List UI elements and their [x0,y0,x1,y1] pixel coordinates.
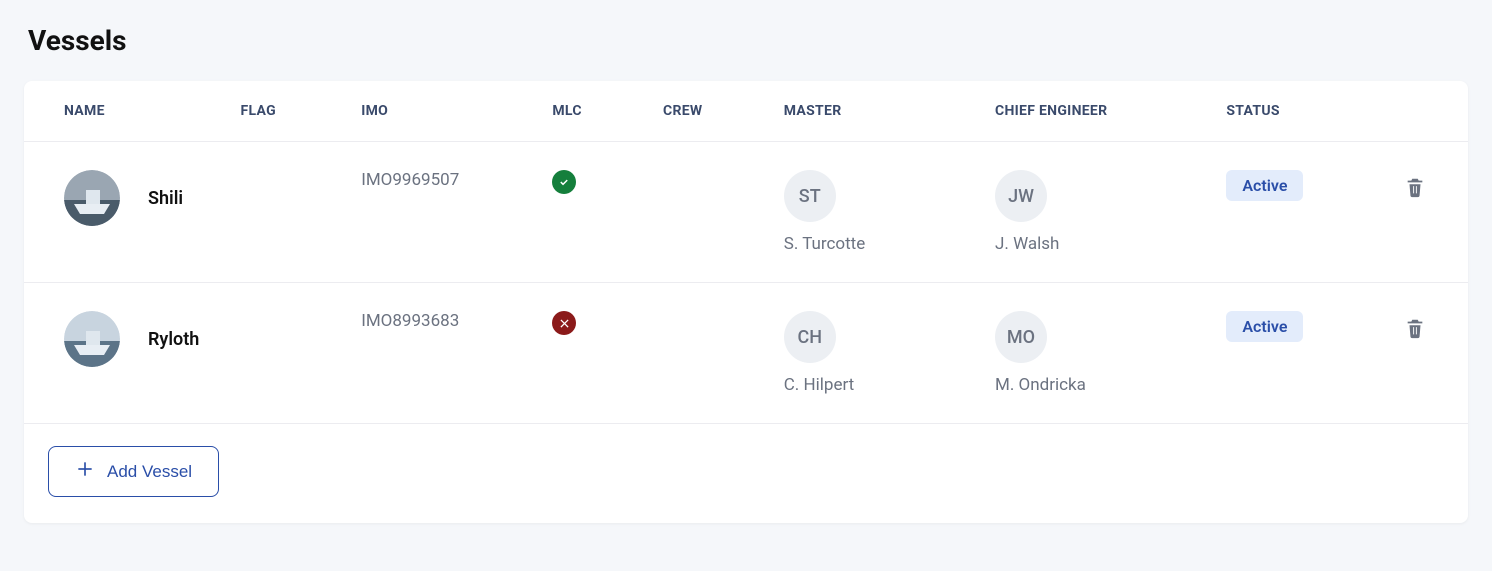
status-badge: Active [1226,170,1303,201]
add-vessel-label: Add Vessel [107,462,192,482]
table-row[interactable]: Shili IMO9969507 ST S. Turcotte JW J. Walsh Ac… [24,142,1468,283]
chief-engineer-name: M. Ondricka [995,375,1186,395]
master-avatar: ST [784,170,836,222]
vessels-table: NAME FLAG IMO MLC CREW MASTER CHIEF ENGI… [24,81,1468,424]
crew-cell [643,283,764,424]
check-circle-icon [552,170,576,194]
crew-cell [643,142,764,283]
chief-engineer-avatar: JW [995,170,1047,222]
column-header-imo: IMO [341,81,532,142]
vessel-avatar [64,170,120,226]
table-footer: Add Vessel [24,424,1468,523]
vessel-avatar [64,311,120,367]
column-header-crew: CREW [643,81,764,142]
vessel-name: Shili [148,188,183,209]
column-header-name: NAME [24,81,221,142]
x-circle-icon [552,311,576,335]
column-header-status: STATUS [1206,81,1377,142]
flag-cell [221,142,342,283]
vessel-name: Ryloth [148,329,199,350]
column-header-chief-engineer: CHIEF ENGINEER [975,81,1206,142]
chief-engineer-name: J. Walsh [995,234,1186,254]
trash-icon [1404,176,1426,198]
status-badge: Active [1226,311,1303,342]
column-header-mlc: MLC [532,81,643,142]
master-name: C. Hilpert [784,375,955,395]
chief-engineer-avatar: MO [995,311,1047,363]
plus-icon [75,459,95,484]
vessels-card: NAME FLAG IMO MLC CREW MASTER CHIEF ENGI… [24,81,1468,523]
imo-number: IMO9969507 [361,170,459,190]
delete-button[interactable] [1398,170,1432,204]
column-header-flag: FLAG [221,81,342,142]
imo-number: IMO8993683 [361,311,459,331]
delete-button[interactable] [1398,311,1432,345]
table-row[interactable]: Ryloth IMO8993683 CH C. Hilpert MO M. Ondrick… [24,283,1468,424]
master-name: S. Turcotte [784,234,955,254]
column-header-actions [1377,81,1468,142]
page-title: Vessels [24,24,1468,57]
master-avatar: CH [784,311,836,363]
add-vessel-button[interactable]: Add Vessel [48,446,219,497]
flag-cell [221,283,342,424]
trash-icon [1404,317,1426,339]
column-header-master: MASTER [764,81,975,142]
